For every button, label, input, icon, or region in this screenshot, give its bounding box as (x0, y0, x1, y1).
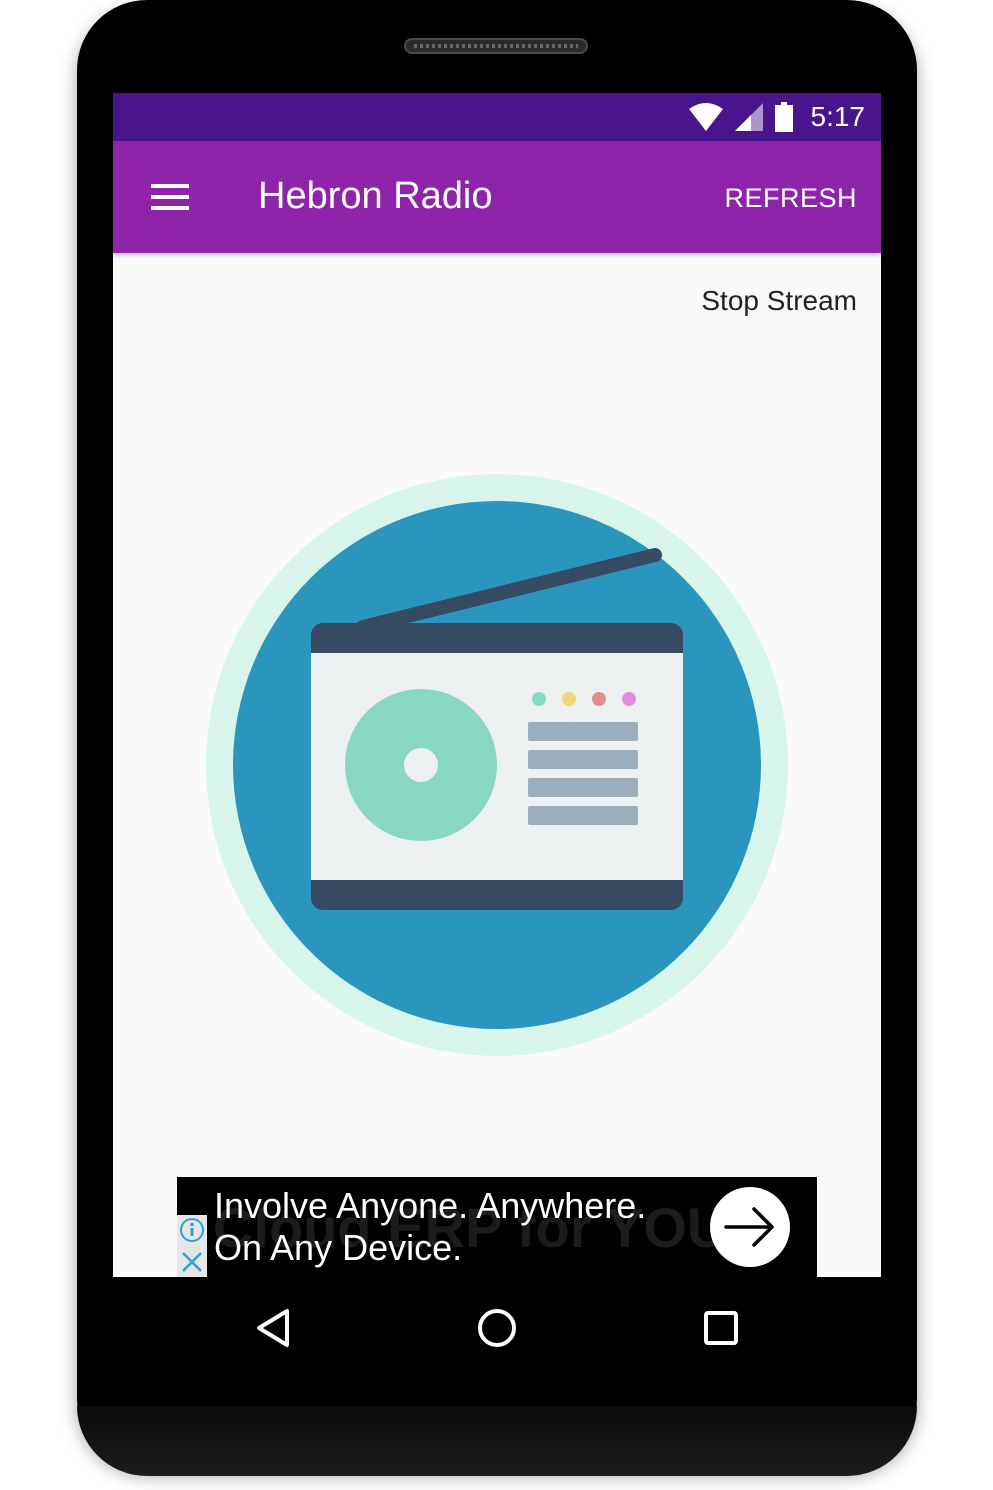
arrow-right-icon (724, 1207, 774, 1247)
status-time: 5:17 (810, 101, 866, 132)
ad-headline: Involve Anyone. Anywhere. (214, 1185, 647, 1226)
menu-icon[interactable] (151, 184, 189, 210)
ad-arrow-button[interactable] (710, 1187, 790, 1267)
back-icon[interactable] (247, 1301, 301, 1355)
ad-choices (177, 1215, 207, 1277)
wifi-icon (688, 103, 723, 131)
phone-frame-bottom (77, 1406, 917, 1476)
info-icon[interactable] (177, 1215, 207, 1245)
screen: 5:17 Hebron Radio REFRESH Stop Stream Cl… (113, 93, 881, 1277)
ad-subline: On Any Device. (214, 1227, 463, 1268)
signal-icon (734, 103, 763, 131)
phone-speaker (404, 38, 588, 54)
status-bar: 5:17 (113, 93, 881, 141)
refresh-button[interactable]: REFRESH (724, 183, 857, 214)
app-title: Hebron Radio (258, 175, 493, 217)
app-bar: Hebron Radio REFRESH (113, 141, 881, 253)
recents-icon[interactable] (694, 1301, 748, 1355)
stop-stream-button[interactable]: Stop Stream (701, 285, 857, 317)
battery-icon (774, 102, 793, 132)
home-icon[interactable] (470, 1301, 524, 1355)
status-icons: 5:17 (688, 93, 866, 141)
navigation-bar (113, 1277, 881, 1377)
radio-icon (206, 474, 788, 1056)
close-icon[interactable] (177, 1247, 207, 1277)
ad-banner[interactable]: Cloud ERP for YOU Involve Anyone. Anywhe… (177, 1177, 817, 1277)
